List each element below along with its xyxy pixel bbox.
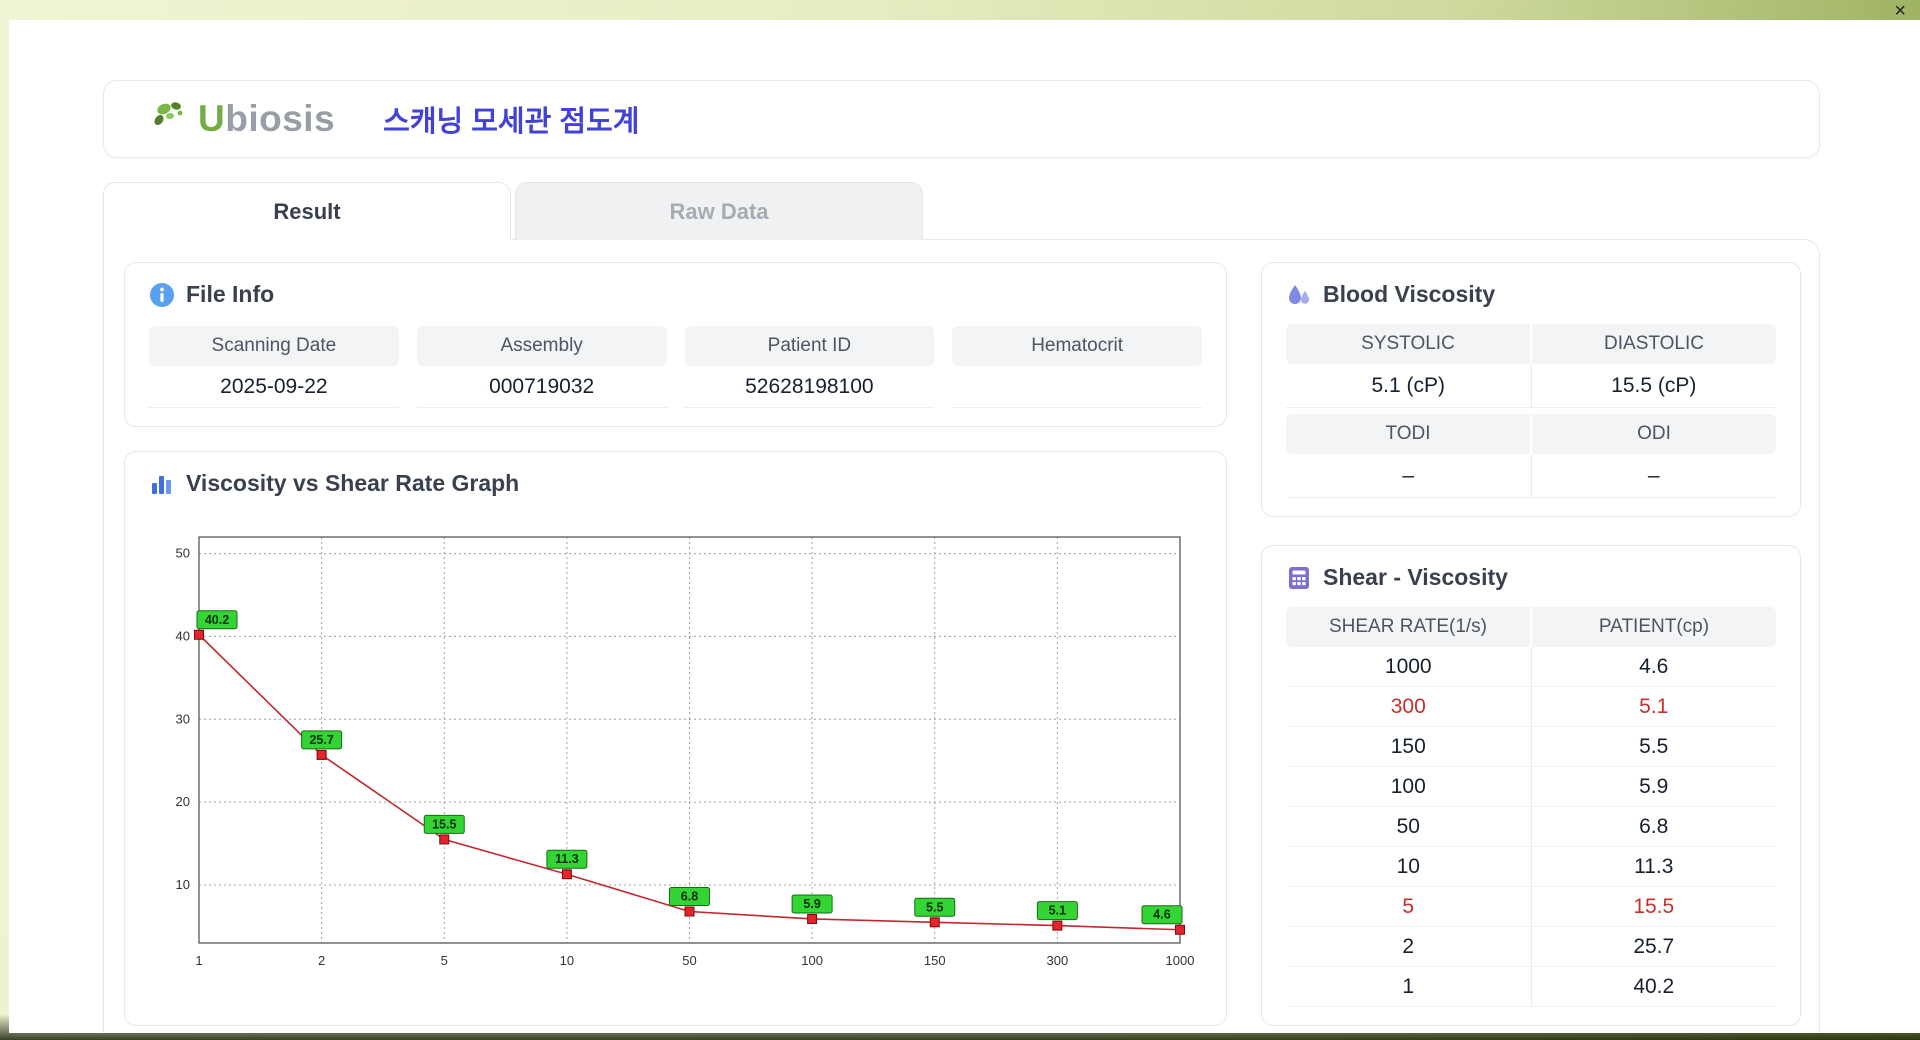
cell-patient: 5.9 xyxy=(1531,767,1776,807)
svg-text:150: 150 xyxy=(924,953,946,968)
svg-text:300: 300 xyxy=(1047,953,1069,968)
shear-viscosity-title: Shear - Viscosity xyxy=(1323,564,1508,590)
cell-shear: 300 xyxy=(1286,687,1532,727)
viscosity-graph-card: Viscosity vs Shear Rate Graph 10 20 30 40 50… xyxy=(124,451,1227,1026)
cell-shear: 150 xyxy=(1286,727,1532,767)
cell-patient: 11.3 xyxy=(1531,847,1776,887)
tab-bar: Result Raw Data xyxy=(103,182,1920,240)
cell-patient: 40.2 xyxy=(1531,967,1776,1007)
cell-shear: 10 xyxy=(1286,847,1532,887)
bv-header-diastolic: DIASTOLIC xyxy=(1532,324,1776,364)
blood-viscosity-title: Blood Viscosity xyxy=(1323,281,1496,307)
table-row: 10 11.3 xyxy=(1286,847,1776,887)
bv-header-todi: TODI xyxy=(1286,414,1532,454)
cell-shear: 5 xyxy=(1286,887,1532,927)
field-label: Scanning Date xyxy=(149,326,399,366)
file-info-title: File Info xyxy=(186,281,275,307)
svg-text:10: 10 xyxy=(560,953,574,968)
svg-text:40: 40 xyxy=(176,628,190,643)
app-logo: Ubiosis xyxy=(150,98,335,140)
cell-patient: 25.7 xyxy=(1531,927,1776,967)
svg-text:1: 1 xyxy=(195,953,202,968)
cell-shear: 100 xyxy=(1286,767,1532,807)
field-scanning-date: Scanning Date 2025-09-22 xyxy=(149,326,399,408)
bv-value-systolic: 5.1 (cP) xyxy=(1286,364,1532,408)
result-panel: File Info Scanning Date 2025-09-22 Assem… xyxy=(103,239,1820,1033)
field-hematocrit: Hematocrit xyxy=(952,326,1202,408)
svg-text:100: 100 xyxy=(801,953,823,968)
svg-text:1000: 1000 xyxy=(1166,953,1195,968)
svg-text:40.2: 40.2 xyxy=(205,613,229,627)
field-label: Patient ID xyxy=(684,326,935,366)
info-icon xyxy=(150,282,174,307)
table-row: 5 15.5 xyxy=(1286,887,1776,927)
svg-text:15.5: 15.5 xyxy=(432,817,456,831)
grid-calculator-icon xyxy=(1289,566,1309,589)
cell-patient: 5.5 xyxy=(1531,727,1776,767)
table-row: 50 6.8 xyxy=(1286,807,1776,847)
cell-patient: 15.5 xyxy=(1531,887,1776,927)
shear-viscosity-table: SHEAR RATE(1/s) PATIENT(cp) 1000 4.6 300… xyxy=(1286,607,1776,1007)
cell-patient: 4.6 xyxy=(1531,647,1776,687)
bv-value-odi: – xyxy=(1531,454,1776,498)
table-row: 300 5.1 xyxy=(1286,687,1776,727)
table-row: 150 5.5 xyxy=(1286,727,1776,767)
table-row: 1000 4.6 xyxy=(1286,647,1776,687)
svg-text:5.1: 5.1 xyxy=(1049,904,1066,918)
cell-patient: 6.8 xyxy=(1531,807,1776,847)
cell-shear: 2 xyxy=(1286,927,1532,967)
svg-text:5: 5 xyxy=(441,953,448,968)
bv-value-diastolic: 15.5 (cP) xyxy=(1531,364,1776,408)
field-value: 000719032 xyxy=(416,366,667,408)
bv-value-todi: – xyxy=(1286,454,1532,498)
bv-header-systolic: SYSTOLIC xyxy=(1286,324,1532,364)
field-value: 52628198100 xyxy=(684,366,935,408)
table-row: 100 5.9 xyxy=(1286,767,1776,807)
svg-text:10: 10 xyxy=(176,877,190,892)
table-row: 1 40.2 xyxy=(1286,967,1776,1007)
svg-text:5.9: 5.9 xyxy=(803,897,820,911)
graph-title: Viscosity vs Shear Rate Graph xyxy=(186,470,520,496)
table-row: 2 25.7 xyxy=(1286,927,1776,967)
file-info-card: File Info Scanning Date 2025-09-22 Assem… xyxy=(124,262,1227,427)
svg-text:30: 30 xyxy=(176,711,190,726)
svg-text:25.7: 25.7 xyxy=(309,733,333,747)
field-label: Hematocrit xyxy=(952,326,1202,366)
logo-text: Ubiosis xyxy=(198,98,336,139)
field-assembly: Assembly 000719032 xyxy=(416,326,667,408)
viscosity-chart: 10 20 30 40 50 1 2 5 10 50 100 150 300 1000 40.2 25.7 15… xyxy=(176,536,1195,968)
svg-text:5.5: 5.5 xyxy=(926,900,943,914)
svg-text:4.6: 4.6 xyxy=(1153,908,1170,922)
tab-result[interactable]: Result xyxy=(103,182,511,240)
svg-text:6.8: 6.8 xyxy=(681,890,698,904)
bv-header-odi: ODI xyxy=(1532,414,1776,454)
header: Ubiosis 스캐닝 모세관 점도계 xyxy=(103,80,1820,158)
leaf-logo-icon xyxy=(154,102,183,126)
cell-shear: 1 xyxy=(1286,967,1532,1007)
page-title: 스캐닝 모세관 점도계 xyxy=(383,106,640,138)
field-label: Assembly xyxy=(416,326,667,366)
svg-text:50: 50 xyxy=(682,953,696,968)
svg-text:50: 50 xyxy=(176,546,190,561)
svg-text:20: 20 xyxy=(176,794,190,809)
column-header-patient: PATIENT(cp) xyxy=(1532,607,1776,647)
cell-shear: 1000 xyxy=(1286,647,1532,687)
cell-patient: 5.1 xyxy=(1531,687,1776,727)
tab-raw-data[interactable]: Raw Data xyxy=(515,182,923,240)
svg-text:2: 2 xyxy=(318,953,325,968)
field-patient-id: Patient ID 52628198100 xyxy=(684,326,935,408)
field-value xyxy=(952,366,1202,408)
column-header-shear-rate: SHEAR RATE(1/s) xyxy=(1286,607,1532,647)
bar-chart-icon xyxy=(152,475,171,494)
droplet-icon xyxy=(1289,284,1309,304)
shear-viscosity-card: Shear - Viscosity SHEAR RATE(1/s) PATIEN… xyxy=(1261,545,1801,1026)
blood-viscosity-card: Blood Viscosity SYSTOLIC DIASTOLIC 5.1 (… xyxy=(1261,262,1801,517)
field-value: 2025-09-22 xyxy=(149,366,399,408)
svg-text:11.3: 11.3 xyxy=(555,852,579,866)
cell-shear: 50 xyxy=(1286,807,1532,847)
close-icon[interactable]: × xyxy=(1894,1,1906,21)
app-window: Ubiosis 스캐닝 모세관 점도계 Result Raw Data File… xyxy=(9,20,1920,1033)
